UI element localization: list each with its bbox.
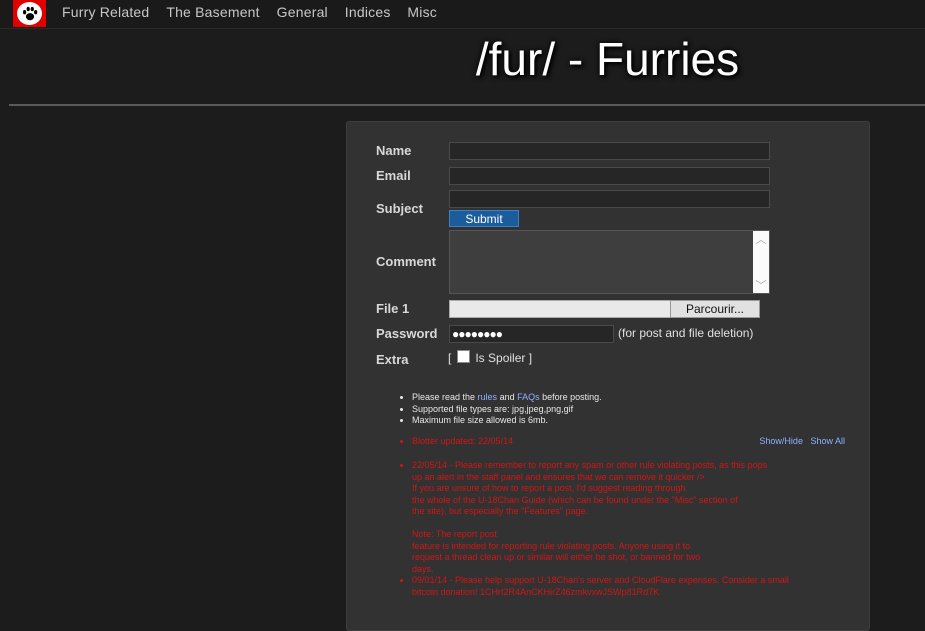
board-title: /fur/ - Furries (475, 33, 740, 85)
rules-suffix-text: before posting. (539, 392, 602, 402)
spoiler-bracket: [ (448, 351, 452, 365)
file-label: File 1 (376, 301, 410, 316)
posting-info: Please read the rules and FAQs before po… (400, 392, 602, 427)
password-input[interactable]: ●●●●●●●● (449, 325, 614, 343)
subject-input[interactable] (449, 190, 770, 208)
faq-link[interactable]: FAQs (517, 392, 540, 402)
password-note: (for post and file deletion) (618, 326, 754, 340)
nav-link-the-basement[interactable]: The Basement (166, 4, 259, 20)
title-divider (9, 104, 925, 106)
nav-links: Furry Related The Basement General Indic… (62, 4, 450, 20)
browse-button[interactable]: Parcourir... (670, 300, 760, 318)
file-input[interactable]: Parcourir... (449, 300, 760, 318)
show-all-link[interactable]: Show All (810, 436, 845, 446)
show-hide-link[interactable]: Show/Hide (759, 436, 803, 446)
submit-button[interactable]: Submit (449, 210, 519, 227)
scroll-down-icon[interactable]: ﹀ (756, 277, 767, 293)
email-label: Email (376, 168, 411, 183)
scroll-up-icon[interactable]: ︿ (756, 231, 767, 247)
nav-link-furry-related[interactable]: Furry Related (62, 4, 149, 20)
blotter-header: Blotter updated: 22/05/14 Show/Hide Show… (400, 436, 855, 446)
subject-label: Subject (376, 201, 423, 216)
list-item: Please read the rules and FAQs before po… (412, 392, 602, 404)
name-label: Name (376, 143, 412, 158)
extra-label: Extra (376, 352, 409, 367)
blotter-entry: 09/01/14 - Please help support U-18Chan'… (412, 575, 840, 598)
nav-link-general[interactable]: General (277, 4, 328, 20)
spoiler-option: [ Is Spoiler ] (448, 349, 533, 365)
spoiler-label: Is Spoiler ] (475, 351, 533, 365)
max-size-info: Maximum file size allowed is 6mb. (412, 415, 602, 427)
nav-link-misc[interactable]: Misc (407, 4, 437, 20)
rules-mid-text: and (497, 392, 518, 402)
comment-label: Comment (376, 254, 436, 269)
rules-prefix-text: Please read the (412, 392, 478, 402)
nav-link-indices[interactable]: Indices (345, 4, 391, 20)
paw-icon (22, 6, 37, 20)
blotter-entries: 22/05/14 - Please remember to report any… (400, 460, 840, 598)
spoiler-checkbox[interactable] (457, 349, 471, 363)
blotter-entry: 22/05/14 - Please remember to report any… (412, 460, 840, 575)
comment-textarea[interactable]: ︿ ﹀ (449, 230, 770, 294)
name-input[interactable] (449, 142, 770, 160)
comment-scrollbar[interactable]: ︿ ﹀ (753, 231, 769, 293)
email-input[interactable] (449, 167, 770, 185)
post-form: Name Email Subject Submit Comment ︿ ﹀ Fi… (346, 121, 870, 631)
password-label: Password (376, 326, 438, 341)
file-types-info: Supported file types are: jpg,jpeg,png,g… (412, 404, 602, 416)
blotter-controls: Show/Hide Show All (754, 436, 845, 446)
rules-link[interactable]: rules (478, 392, 498, 402)
top-navigation: Furry Related The Basement General Indic… (0, 0, 925, 29)
site-logo[interactable] (13, 0, 46, 27)
